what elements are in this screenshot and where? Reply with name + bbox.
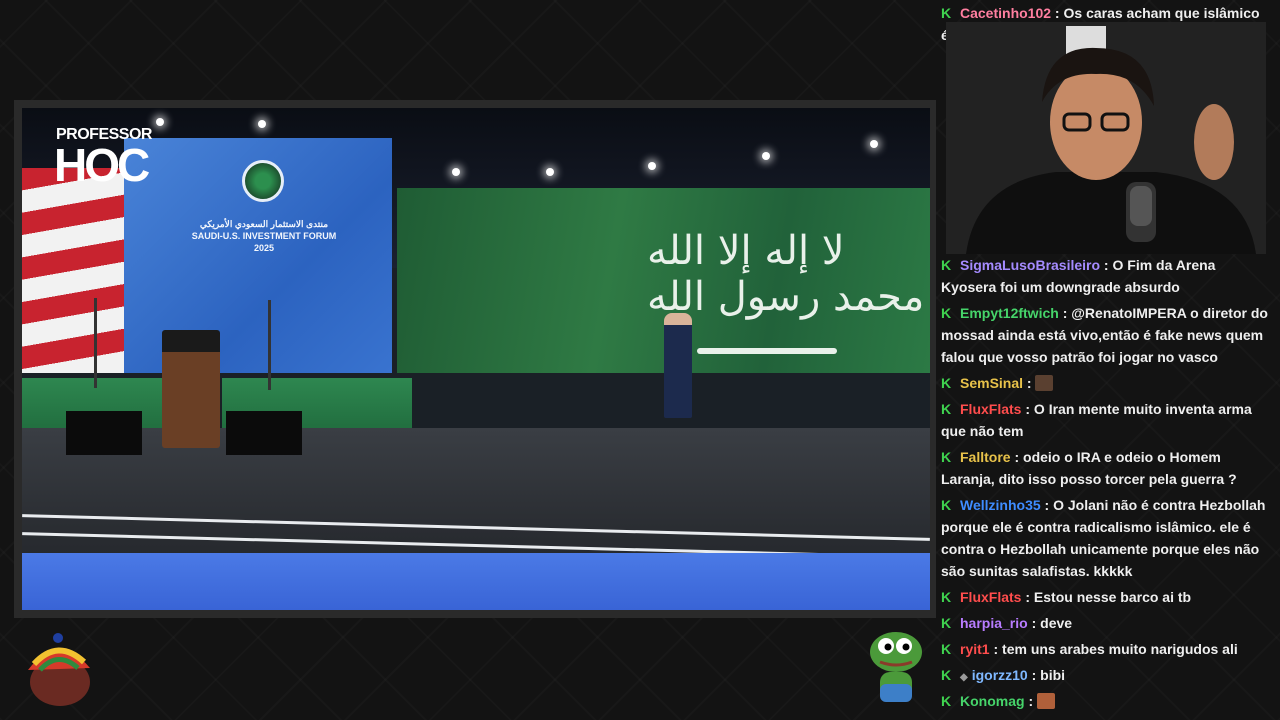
chat-message: K Empyt12ftwich : @RenatoIMPERA o diretor… — [941, 302, 1271, 368]
ceiling-light — [648, 162, 656, 170]
ceiling-light — [546, 168, 554, 176]
brand-hoc: HOC — [54, 139, 150, 191]
us-flag — [22, 168, 124, 383]
sub-badge-icon: K — [941, 257, 952, 273]
mic-stand — [94, 298, 97, 388]
monkey-beanie-emote-icon — [28, 633, 90, 706]
chat-username[interactable]: igorzz10 — [972, 667, 1028, 683]
forum-title-arabic: منتدى الاستثمار السعودي الأمريكي — [199, 219, 329, 229]
sub-badge-icon: K — [941, 5, 952, 21]
flag-script: لا إله إلا الله محمد رسول الله — [647, 228, 926, 320]
forum-screen-text: منتدى الاستثمار السعودي الأمريكي SAUDI-U… — [174, 218, 354, 254]
chat-message: Kharpia_rio : deve — [941, 612, 1271, 634]
sub-badge-icon: K — [941, 497, 952, 513]
chat-username[interactable]: Wellzinho35 — [960, 497, 1041, 513]
ceiling-light — [452, 168, 460, 176]
ceiling-light — [156, 118, 164, 126]
chat-username[interactable]: FluxFlats — [960, 401, 1021, 417]
stage-monitor — [226, 411, 302, 455]
chat-username[interactable]: ryit1 — [960, 641, 990, 657]
sub-badge-icon: K — [941, 375, 952, 391]
chat-emote-icon — [1037, 693, 1056, 709]
flag-sword — [697, 348, 837, 354]
chat-username[interactable]: Cacetinho102 — [960, 5, 1051, 21]
video-player[interactable]: لا إله إلا الله محمد رسول الله منتدى الا… — [22, 108, 930, 610]
chat-message: K Falltore : odeio o IRA e odeio o Homem … — [941, 446, 1271, 490]
chat-message: K SemSinal : — [941, 372, 1271, 394]
stage-monitor — [66, 411, 142, 455]
speaker-person — [664, 313, 692, 418]
sub-badge-icon: K — [941, 401, 952, 417]
chat-username[interactable]: harpia_rio — [960, 615, 1028, 631]
chat-text: tem uns arabes muito narigudos ali — [1002, 641, 1238, 657]
user-badge-icon: ◆ — [960, 672, 968, 683]
blue-floor — [22, 553, 930, 610]
chat-text: Estou nesse barco ai tb — [1033, 589, 1192, 605]
ceiling-light — [258, 120, 266, 128]
forum-logo-icon — [242, 160, 284, 202]
ceiling-light — [870, 140, 878, 148]
mic-stand — [268, 300, 271, 390]
sub-badge-icon: K — [941, 305, 952, 321]
chat-message: K Konomag : — [941, 690, 1271, 712]
chat-username[interactable]: Falltore — [960, 449, 1011, 465]
chat-message: K FluxFlats : O Iran mente muito inventa … — [941, 398, 1271, 442]
sub-badge-icon: K — [941, 667, 952, 683]
chat-username[interactable]: SigmaLusoBrasileiro — [960, 257, 1100, 273]
chat-username[interactable]: SemSinal — [960, 375, 1023, 391]
ceiling-light — [762, 152, 770, 160]
chat-message: Kryit1 : tem uns arabes muito narigudos … — [941, 638, 1271, 660]
forum-title-english: SAUDI-U.S. INVESTMENT FORUM — [191, 231, 337, 241]
chat-text: bibi — [1040, 667, 1066, 683]
sub-badge-icon: K — [941, 693, 952, 709]
chat-username[interactable]: Empyt12ftwich — [960, 305, 1059, 321]
sub-badge-icon: K — [941, 449, 952, 465]
webcam-feed — [946, 22, 1266, 254]
chat-message: K Wellzinho35 : O Jolani não é contra Hez… — [941, 494, 1271, 582]
chat-text: deve — [1040, 615, 1073, 631]
sub-badge-icon: K — [941, 641, 952, 657]
chat-message: K ◆ igorzz10 : bibi — [941, 664, 1271, 689]
chat-message: K SigmaLusoBrasileiro : O Fim da Arena Ky… — [941, 254, 1271, 298]
chat-username[interactable]: Konomag — [960, 693, 1025, 709]
forum-year: 2025 — [253, 243, 275, 253]
chat-message: K FluxFlats : Estou nesse barco ai tb — [941, 586, 1271, 608]
chat-emote-icon — [1035, 375, 1054, 391]
sub-badge-icon: K — [941, 615, 952, 631]
pepe-frog-emote-icon — [870, 632, 922, 702]
sub-badge-icon: K — [941, 589, 952, 605]
streamer-silhouette — [946, 22, 1266, 254]
video-frame: لا إله إلا الله محمد رسول الله منتدى الا… — [14, 100, 936, 618]
podium — [162, 330, 220, 448]
chat-username[interactable]: FluxFlats — [960, 589, 1021, 605]
